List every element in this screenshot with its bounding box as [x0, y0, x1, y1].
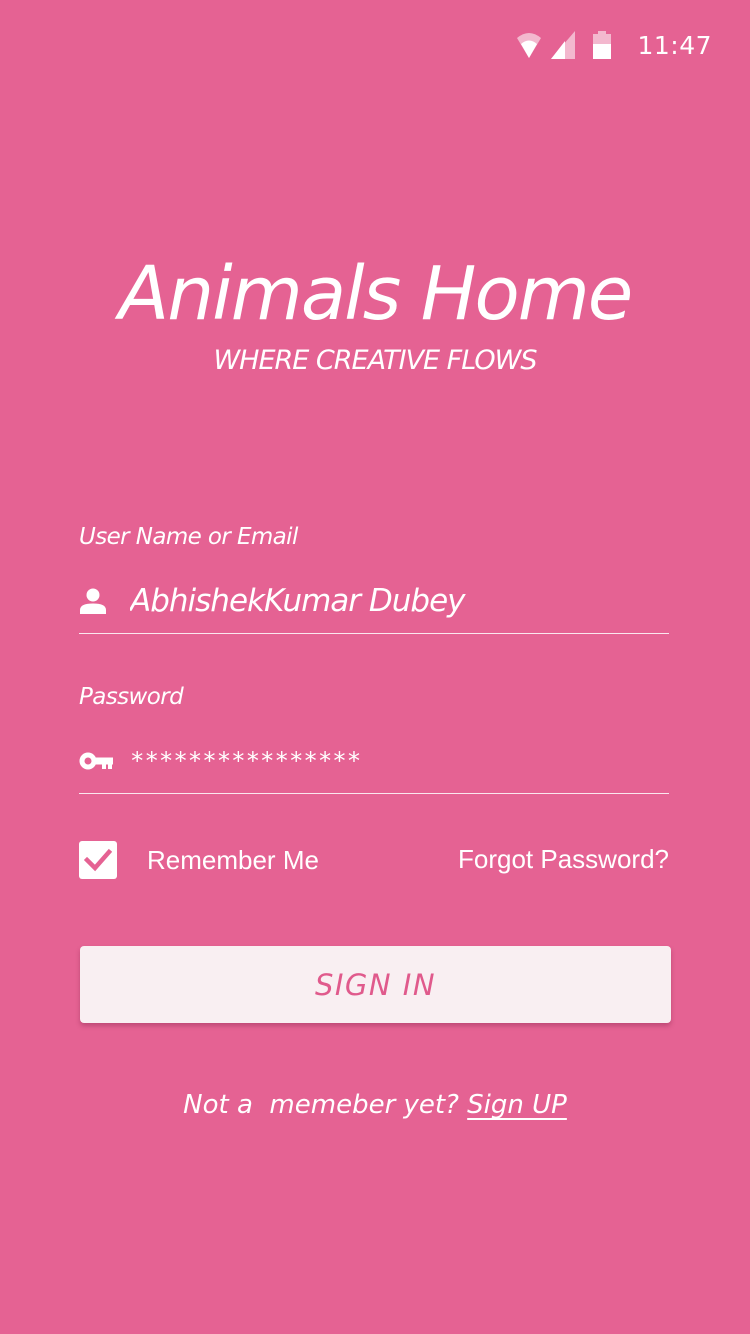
key-icon: [79, 744, 113, 778]
status-icons: 11:47: [517, 30, 712, 60]
cellular-signal-icon: [551, 31, 576, 59]
sign-in-button[interactable]: SIGN IN: [80, 946, 671, 1023]
checkmark-icon: [84, 848, 112, 872]
remember-me-label: Remember Me: [147, 844, 319, 875]
signup-prompt: Not a memeber yet?: [183, 1090, 468, 1120]
username-field[interactable]: [79, 568, 669, 634]
sign-up-link[interactable]: Sign UP: [467, 1090, 567, 1120]
signup-prompt-row: Not a memeber yet? Sign UP: [0, 1090, 750, 1120]
password-field[interactable]: [79, 729, 669, 794]
app-tagline: WHERE CREATIVE FLOWS: [213, 345, 537, 376]
app-title: Animals Home: [118, 251, 634, 337]
username-input[interactable]: [130, 575, 669, 626]
password-label: Password: [79, 684, 184, 710]
remember-me[interactable]: Remember Me: [79, 840, 319, 880]
username-label: User Name or Email: [79, 524, 298, 550]
user-icon: [79, 584, 113, 618]
battery-icon: [593, 31, 612, 59]
sign-in-label: SIGN IN: [314, 967, 437, 1002]
status-bar: 11:47: [0, 0, 750, 96]
forgot-password-link[interactable]: Forgot Password?: [458, 844, 669, 875]
wifi-icon: [517, 33, 542, 58]
status-time: 11:47: [637, 30, 712, 60]
remember-me-checkbox[interactable]: [79, 841, 117, 879]
password-input[interactable]: [130, 736, 669, 786]
